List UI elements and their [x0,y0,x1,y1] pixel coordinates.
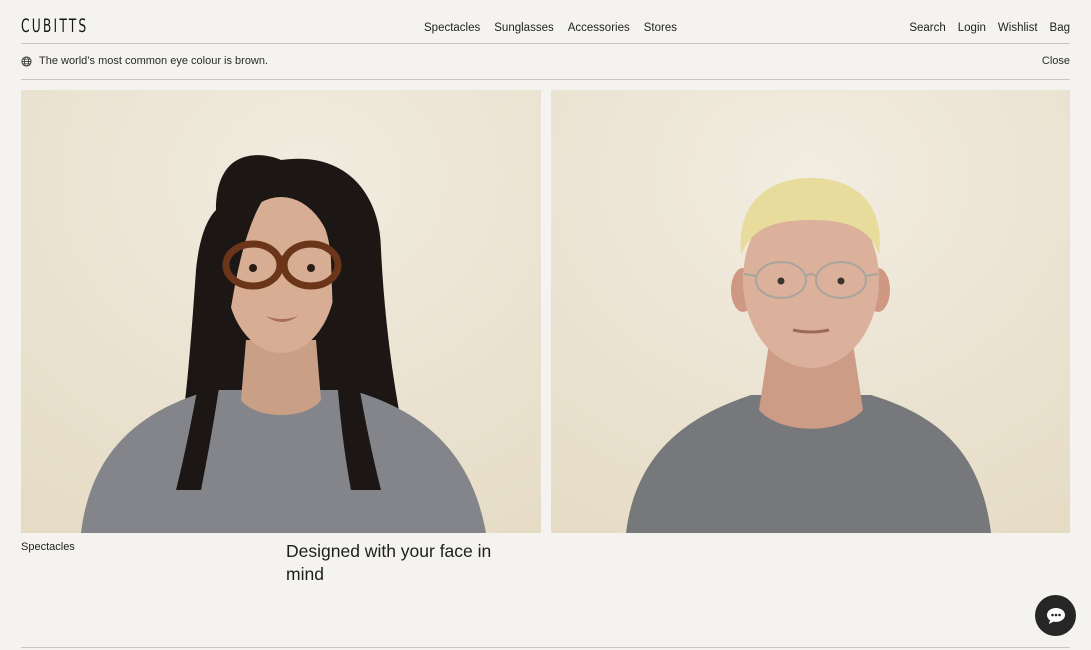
nav-stores[interactable]: Stores [644,22,677,34]
hero-image-man[interactable] [551,90,1070,533]
nav-wishlist[interactable]: Wishlist [998,22,1038,34]
category-label[interactable]: Spectacles [21,541,75,553]
woman-portrait-image [21,90,541,533]
globe-icon [21,56,32,67]
nav-bag[interactable]: Bag [1050,22,1070,34]
nav-accessories[interactable]: Accessories [568,22,630,34]
utility-nav: Search Login Wishlist Bag [909,22,1070,34]
banner-close-button[interactable]: Close [1042,55,1070,67]
nav-login[interactable]: Login [958,22,986,34]
divider [21,647,1070,648]
site-header: CUBITTS Spectacles Sunglasses Accessorie… [21,0,1070,44]
banner-text: The world’s most common eye colour is br… [39,55,269,67]
chat-button[interactable] [1035,595,1076,636]
nav-sunglasses[interactable]: Sunglasses [494,22,553,34]
chat-bubble-icon [1046,607,1065,624]
man-portrait-image [551,90,1070,533]
nav-search[interactable]: Search [909,22,945,34]
main-nav: Spectacles Sunglasses Accessories Stores [424,22,677,34]
nav-spectacles[interactable]: Spectacles [424,22,480,34]
logo[interactable]: CUBITTS [21,15,88,37]
announcement-banner: The world’s most common eye colour is br… [21,44,1070,80]
hero-tagline: Designed with your face in mind [286,541,492,584]
hero-image-woman[interactable] [21,90,541,533]
